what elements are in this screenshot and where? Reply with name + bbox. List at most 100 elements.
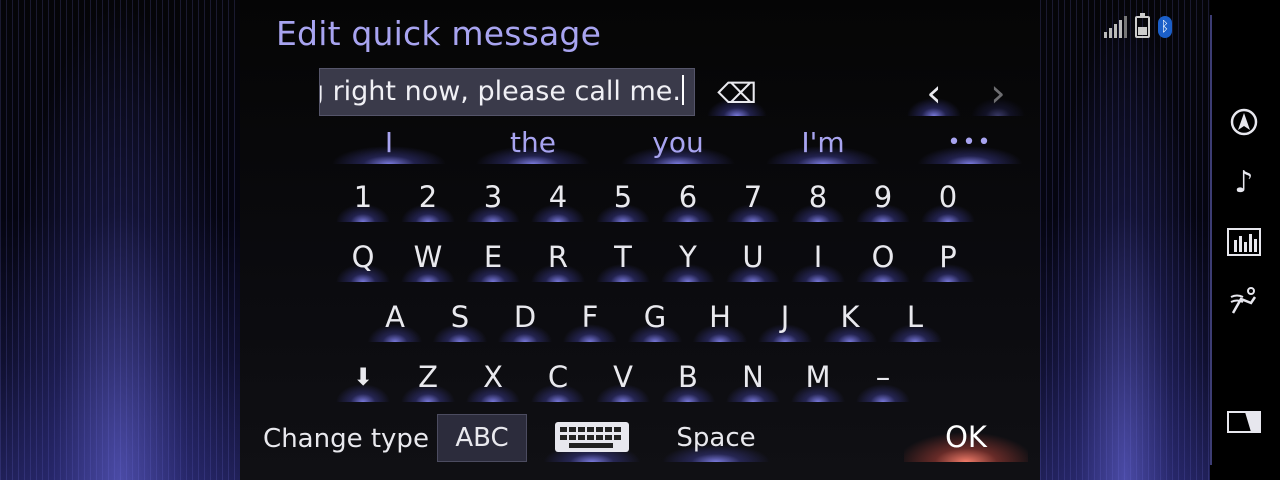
space-label: Space	[676, 423, 756, 453]
key-label: B	[678, 360, 698, 394]
text-caret	[682, 75, 684, 105]
message-text: ng right now, please call me.	[319, 76, 681, 107]
key-button[interactable]: R	[528, 232, 588, 282]
key-button[interactable]: K	[820, 292, 880, 342]
key-button[interactable]: B	[658, 352, 718, 402]
key-label: D	[513, 300, 537, 334]
key-button[interactable]: S	[430, 292, 490, 342]
change-type-text: Change type	[263, 424, 429, 454]
space-button[interactable]: Space	[656, 414, 776, 462]
key-button[interactable]: X	[463, 352, 523, 402]
key-button[interactable]: 1	[333, 172, 393, 222]
key-button[interactable]: N	[723, 352, 783, 402]
key-button[interactable]: Q	[333, 232, 393, 282]
key-button[interactable]: M	[788, 352, 848, 402]
key-button[interactable]: 4	[528, 172, 588, 222]
key-button[interactable]: Y	[658, 232, 718, 282]
change-type-label: Change type	[262, 416, 430, 462]
navigation-icon[interactable]	[1226, 104, 1262, 140]
cursor-left-button[interactable]: ‹	[904, 70, 964, 116]
key-label: K	[840, 300, 860, 334]
ok-button[interactable]: OK	[904, 412, 1028, 462]
key-label: 9	[873, 180, 893, 214]
key-button[interactable]: H	[690, 292, 750, 342]
keyboard-layout-button[interactable]	[538, 412, 646, 462]
music-icon[interactable]: ♪	[1226, 164, 1262, 200]
key-label: L	[906, 300, 924, 334]
key-label: O	[871, 240, 895, 274]
key-button[interactable]: T	[593, 232, 653, 282]
more-icon: •••	[947, 129, 993, 155]
key-button[interactable]: 0	[918, 172, 978, 222]
climate-icon[interactable]	[1226, 284, 1262, 320]
chevron-right-icon: ›	[990, 71, 1006, 115]
key-button[interactable]: C	[528, 352, 588, 402]
key-label: 2	[418, 180, 438, 214]
key-label: A	[385, 300, 405, 334]
key-button[interactable]: I	[788, 232, 848, 282]
key-button[interactable]: W	[398, 232, 458, 282]
nav-divider	[1210, 15, 1212, 465]
key-button[interactable]: 7	[723, 172, 783, 222]
key-label: 7	[743, 180, 763, 214]
shift-button[interactable]: ⬇	[333, 352, 393, 402]
suggestion-button[interactable]: I'm	[760, 120, 886, 164]
key-label: Z	[418, 360, 438, 394]
key-label: Q	[351, 240, 375, 274]
key-label: M	[805, 360, 831, 394]
key-label: R	[547, 240, 569, 274]
key-label: T	[614, 240, 632, 274]
music-note-glyph: ♪	[1234, 164, 1254, 200]
key-label: 8	[808, 180, 828, 214]
key-button[interactable]: P	[918, 232, 978, 282]
shift-icon: ⬇	[352, 363, 374, 391]
suggestion-button[interactable]: the	[470, 120, 596, 164]
key-button[interactable]: D	[495, 292, 555, 342]
backspace-button[interactable]: ⌫	[704, 70, 770, 116]
key-label: H	[709, 300, 731, 334]
key-button[interactable]: –	[853, 352, 913, 402]
key-label: Y	[679, 240, 697, 274]
key-button[interactable]: 9	[853, 172, 913, 222]
key-button[interactable]: 8	[788, 172, 848, 222]
key-label: 4	[548, 180, 568, 214]
equalizer-icon[interactable]	[1226, 224, 1262, 260]
key-label: U	[742, 240, 764, 274]
key-button[interactable]: 3	[463, 172, 523, 222]
key-label: V	[613, 360, 633, 394]
key-button[interactable]: A	[365, 292, 425, 342]
abc-mode-label: ABC	[455, 423, 509, 453]
ok-label: OK	[945, 420, 987, 454]
key-label: P	[939, 240, 957, 274]
key-label: 6	[678, 180, 698, 214]
suggestion-button[interactable]: you	[615, 120, 741, 164]
key-button[interactable]: J	[755, 292, 815, 342]
abc-mode-button[interactable]: ABC	[437, 414, 527, 462]
suggestion-label: the	[510, 125, 556, 159]
key-button[interactable]: G	[625, 292, 685, 342]
key-label: 1	[353, 180, 373, 214]
key-button[interactable]: V	[593, 352, 653, 402]
decorative-wave-right	[1040, 0, 1210, 480]
key-button[interactable]: F	[560, 292, 620, 342]
cursor-right-button[interactable]: ›	[968, 70, 1028, 116]
key-label: N	[742, 360, 764, 394]
keyboard-icon	[555, 422, 629, 452]
key-button[interactable]: 5	[593, 172, 653, 222]
more-suggestions-button[interactable]: •••	[912, 120, 1028, 164]
key-button[interactable]: 2	[398, 172, 458, 222]
suggestion-label: you	[652, 125, 704, 159]
key-button[interactable]: Z	[398, 352, 458, 402]
key-button[interactable]: O	[853, 232, 913, 282]
key-label: E	[483, 240, 503, 274]
key-button[interactable]: L	[885, 292, 945, 342]
message-input[interactable]: ng right now, please call me.	[319, 68, 695, 116]
suggestion-button[interactable]: I	[326, 120, 452, 164]
key-label: C	[547, 360, 569, 394]
display-icon[interactable]	[1226, 404, 1262, 440]
status-bar: ᛒ	[1104, 13, 1172, 40]
key-button[interactable]: 6	[658, 172, 718, 222]
key-button[interactable]: E	[463, 232, 523, 282]
key-label: I	[813, 240, 823, 274]
key-button[interactable]: U	[723, 232, 783, 282]
